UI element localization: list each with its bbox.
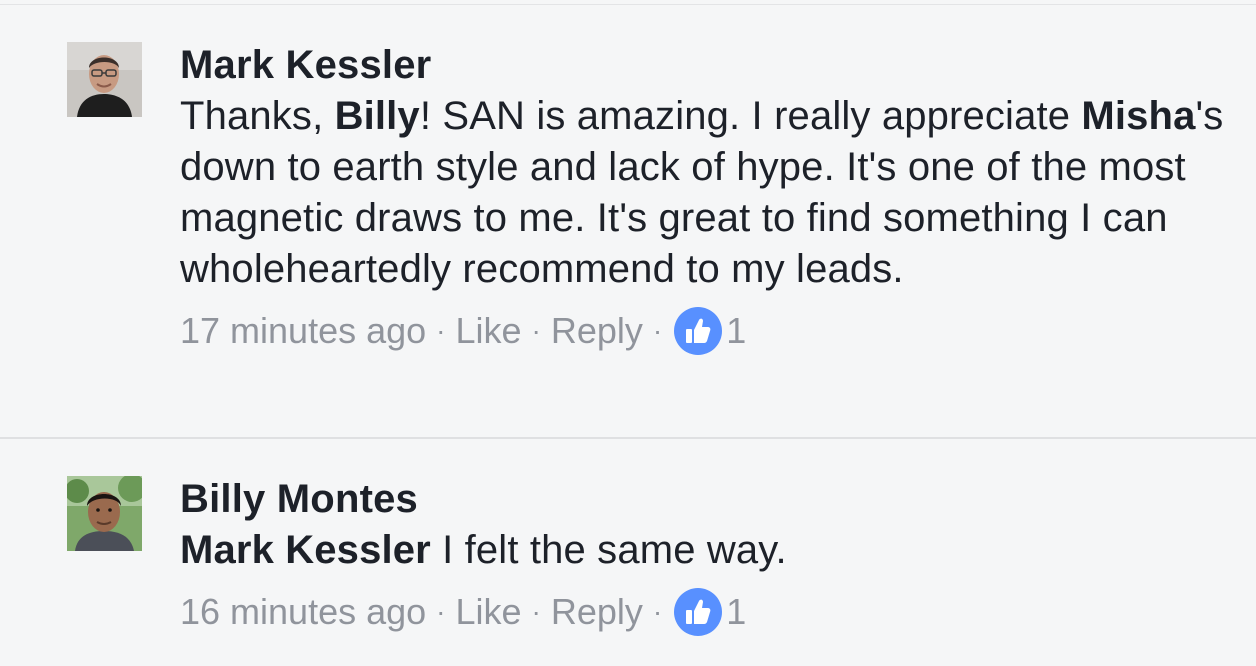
avatar-photo bbox=[67, 42, 142, 117]
mention-billy[interactable]: Billy bbox=[335, 94, 420, 138]
comment-timestamp[interactable]: 17 minutes ago bbox=[180, 303, 426, 359]
separator: · bbox=[531, 315, 541, 346]
avatar[interactable] bbox=[67, 476, 142, 551]
separator: · bbox=[436, 315, 446, 346]
comment-meta: 17 minutes ago · Like · Reply · 1 bbox=[180, 303, 1240, 359]
comment-timestamp[interactable]: 16 minutes ago bbox=[180, 584, 426, 640]
separator: · bbox=[531, 596, 541, 627]
like-button[interactable]: Like bbox=[456, 584, 522, 640]
like-button[interactable]: Like bbox=[456, 303, 522, 359]
separator: · bbox=[652, 315, 663, 346]
mention-mark-kessler[interactable]: Mark Kessler bbox=[180, 528, 431, 572]
comment-meta: 16 minutes ago · Like · Reply · 1 bbox=[180, 584, 1240, 640]
comment-text-part: Thanks, bbox=[180, 94, 335, 138]
reaction-count[interactable]: 1 bbox=[726, 584, 746, 640]
comment-text-part: I felt the same way. bbox=[430, 528, 787, 572]
comment-text: Thanks, Billy! SAN is amazing. I really … bbox=[180, 91, 1240, 295]
comment-author[interactable]: Billy Montes bbox=[180, 473, 1240, 525]
thumbs-up-icon[interactable] bbox=[674, 588, 723, 636]
comment-text: Mark Kessler I felt the same way. bbox=[180, 525, 1240, 576]
reply-button[interactable]: Reply bbox=[551, 303, 643, 359]
avatar-photo bbox=[67, 476, 142, 551]
separator: · bbox=[436, 596, 446, 627]
comment-body: Mark Kessler Thanks, Billy! SAN is amazi… bbox=[180, 39, 1240, 359]
comment: Billy Montes Mark Kessler I felt the sam… bbox=[0, 439, 1256, 666]
avatar[interactable] bbox=[67, 42, 142, 117]
reply-button[interactable]: Reply bbox=[551, 584, 643, 640]
thumbs-up-icon[interactable] bbox=[674, 307, 723, 355]
comment-text-part: ! SAN is amazing. I really appreciate bbox=[419, 94, 1082, 138]
comment-body: Billy Montes Mark Kessler I felt the sam… bbox=[180, 473, 1240, 640]
reaction-count[interactable]: 1 bbox=[726, 303, 746, 359]
comment: Mark Kessler Thanks, Billy! SAN is amazi… bbox=[0, 5, 1256, 437]
separator: · bbox=[652, 596, 663, 627]
comment-author[interactable]: Mark Kessler bbox=[180, 39, 1240, 91]
mention-misha[interactable]: Misha bbox=[1081, 94, 1195, 138]
